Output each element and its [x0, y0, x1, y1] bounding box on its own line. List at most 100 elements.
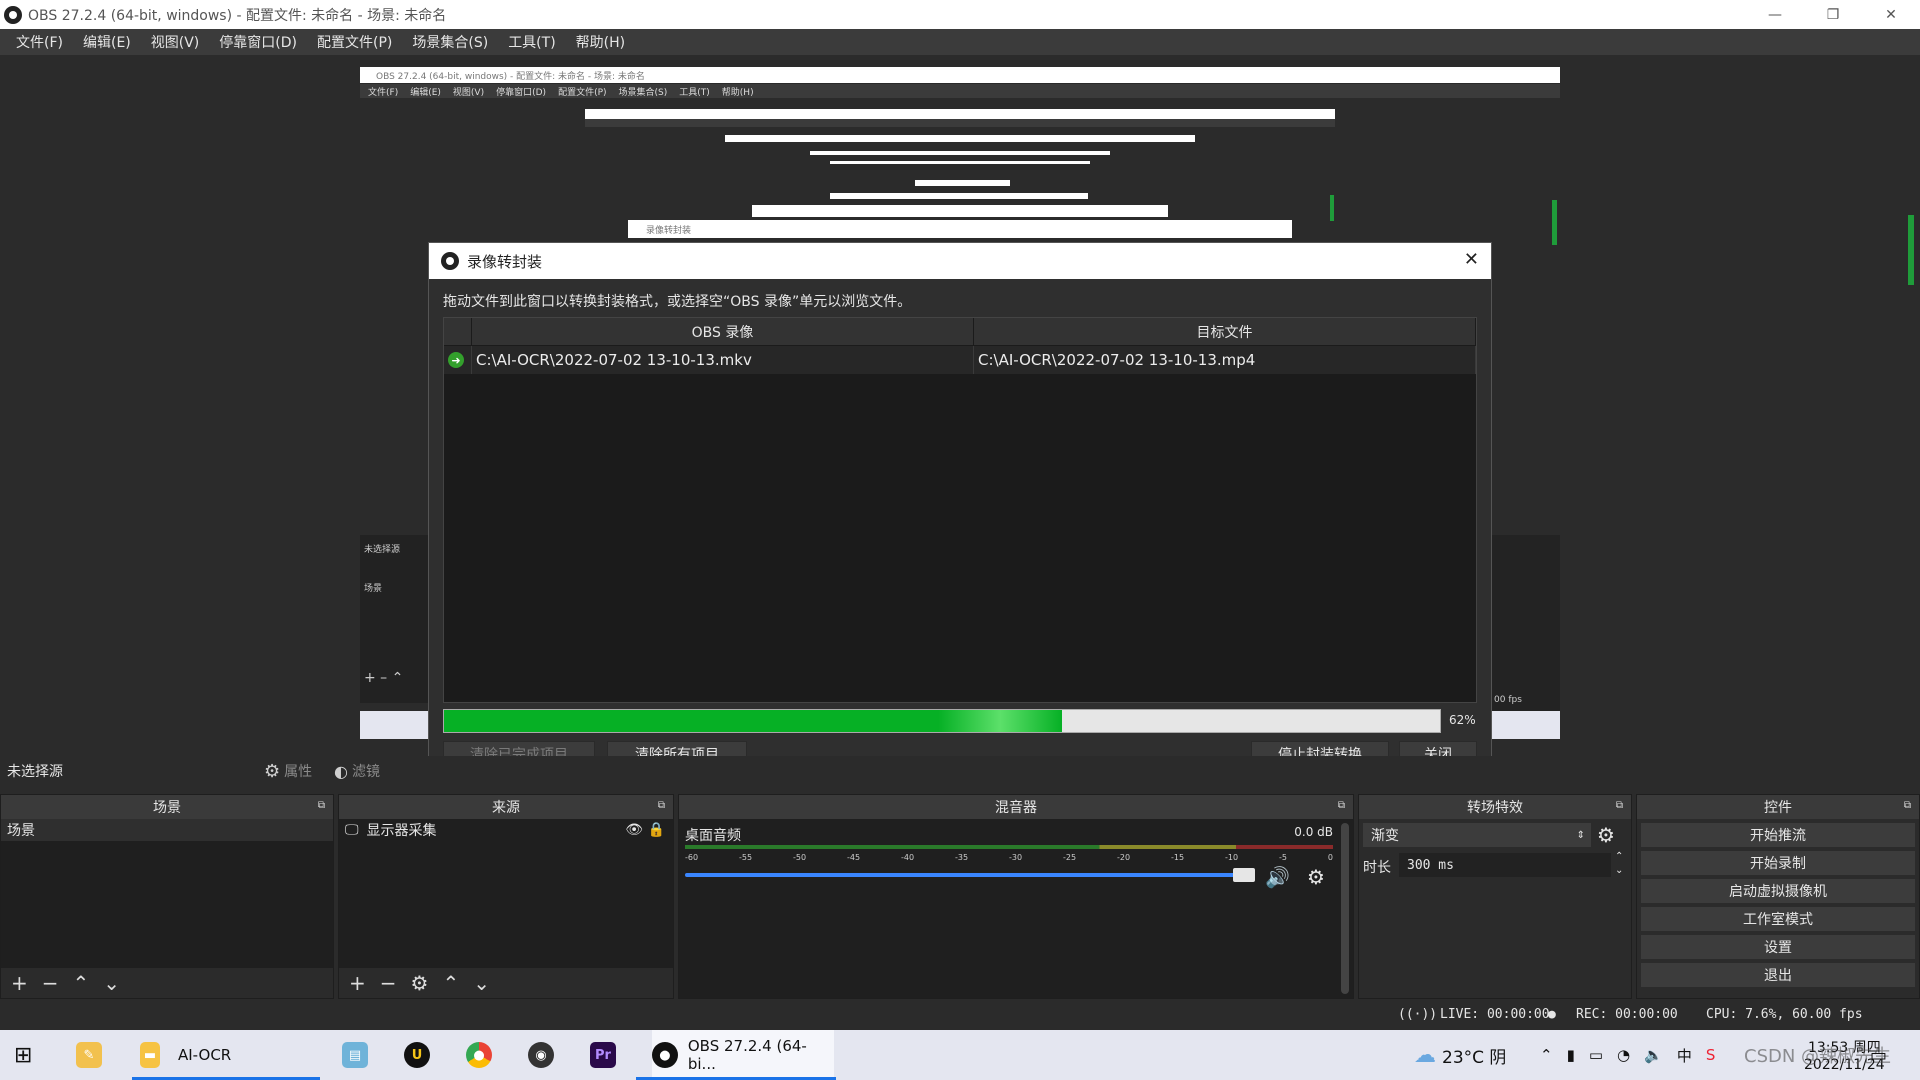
nested-menu-item: 编辑(E)	[410, 87, 441, 98]
meter-tick: -55	[739, 853, 753, 862]
start-button[interactable]: ⊞	[14, 1030, 32, 1080]
add-icon[interactable]: +	[349, 971, 366, 995]
start-streaming-button[interactable]: 开始推流	[1641, 823, 1915, 847]
taskbar-folder-ai-ocr[interactable]: ▬ AI-OCR	[140, 1030, 320, 1080]
remux-table[interactable]: OBS 录像 目标文件 ➜ C:\AI-OCR\2022-07-02 13-10…	[443, 317, 1477, 703]
settings-button[interactable]: 设置	[1641, 935, 1915, 959]
mixer-scrollbar[interactable]	[1341, 823, 1349, 994]
meter-tick: -20	[1117, 853, 1131, 862]
meter-tick: -30	[1009, 853, 1023, 862]
gear-icon[interactable]: ⚙	[411, 971, 429, 995]
gear-icon[interactable]: ⚙	[1597, 823, 1615, 847]
nested-menu-bar: 文件(F) 编辑(E) 视图(V) 停靠窗口(D) 配置文件(P) 场景集合(S…	[360, 84, 1560, 98]
meter-tick: -10	[1225, 853, 1239, 862]
premiere-icon: Pr	[590, 1042, 616, 1068]
start-virtual-camera-button[interactable]: 启动虚拟摄像机	[1641, 879, 1915, 903]
chevron-up-icon[interactable]: ⌃	[1540, 1046, 1553, 1064]
filters-button[interactable]: ◐ 滤镜	[334, 760, 380, 782]
nested-menu-item: 文件(F)	[368, 87, 399, 98]
taskbar-app-chrome[interactable]: ●	[466, 1030, 492, 1080]
eye-icon[interactable]: 👁	[625, 822, 643, 838]
minimize-button[interactable]: —	[1746, 0, 1804, 29]
studio-mode-button[interactable]: 工作室模式	[1641, 907, 1915, 931]
lock-icon[interactable]: 🔒	[648, 822, 665, 838]
menu-profile[interactable]: 配置文件(P)	[307, 32, 402, 52]
properties-button[interactable]: ⚙ 属性	[264, 760, 312, 782]
list-item[interactable]: 场景	[1, 819, 333, 841]
meter-tick: 0	[1327, 853, 1333, 862]
remux-dialog: 录像转封装 ✕ 拖动文件到此窗口以转换封装格式，或选择空“OBS 录像”单元以浏…	[428, 242, 1492, 778]
taskbar-app-premiere[interactable]: Pr	[590, 1030, 616, 1080]
move-down-icon[interactable]: ⌄	[103, 971, 120, 995]
menu-tools[interactable]: 工具(T)	[498, 32, 565, 52]
close-window-button[interactable]: ✕	[1862, 0, 1920, 29]
taskbar-obs[interactable]: ● OBS 27.2.4 (64-bi...	[652, 1030, 834, 1080]
start-recording-button[interactable]: 开始录制	[1641, 851, 1915, 875]
target-path-cell[interactable]: C:\AI-OCR\2022-07-02 13-10-13.mp4	[974, 346, 1476, 374]
remove-icon[interactable]: −	[380, 971, 397, 995]
tray-icons[interactable]: ⌃ ▮ ▭ ◔ 🔈 中 S	[1540, 1030, 1715, 1080]
notes-icon: ▤	[342, 1042, 368, 1068]
scenes-dock: 场景 ⧉ 场景 + − ⌃ ⌄	[0, 794, 334, 999]
column-header-target[interactable]: 目标文件	[974, 318, 1476, 346]
notification-button[interactable]: ▭	[1870, 1030, 1887, 1080]
move-down-icon[interactable]: ⌄	[473, 971, 490, 995]
taskbar-app-paint[interactable]: ✎	[76, 1030, 102, 1080]
meter-tick: -5	[1279, 853, 1287, 862]
column-header-source[interactable]: OBS 录像	[472, 318, 974, 346]
volume-icon[interactable]: 🔈	[1644, 1046, 1663, 1064]
volume-slider-track[interactable]	[685, 873, 1241, 877]
cpu-fps: CPU: 7.6%, 60.00 fps	[1706, 1007, 1863, 1022]
undock-icon[interactable]: ⧉	[658, 800, 665, 811]
menu-docks[interactable]: 停靠窗口(D)	[209, 32, 307, 52]
move-up-icon[interactable]: ⌃	[73, 971, 90, 995]
tablet-icon[interactable]: ▮	[1567, 1046, 1575, 1064]
spin-up-icon[interactable]: ⌃	[1615, 851, 1623, 862]
menu-scene-collection[interactable]: 场景集合(S)	[402, 32, 498, 52]
menu-edit[interactable]: 编辑(E)	[73, 32, 141, 52]
windows-taskbar: ⊞ ✎ ▬ AI-OCR ▤ U ● ◉ Pr ● OBS 27.2.4 (64…	[0, 1030, 1920, 1080]
menu-view[interactable]: 视图(V)	[141, 32, 210, 52]
progress-fill	[444, 710, 1062, 732]
status-bar: ((·)) LIVE: 00:00:00 ● REC: 00:00:00 CPU…	[0, 1002, 1920, 1028]
remove-icon[interactable]: −	[42, 971, 59, 995]
taskbar-app-davinci[interactable]: ◉	[528, 1030, 554, 1080]
scenes-list[interactable]: 场景	[1, 819, 333, 968]
wifi-icon[interactable]: ◔	[1617, 1046, 1630, 1064]
nested-scenes-label: 场景	[364, 584, 383, 594]
gear-icon[interactable]: ⚙	[1307, 865, 1325, 889]
menu-help[interactable]: 帮助(H)	[566, 32, 635, 52]
sogou-icon[interactable]: S	[1706, 1046, 1716, 1064]
davinci-icon: ◉	[528, 1042, 554, 1068]
maximize-button[interactable]: ❐	[1804, 0, 1862, 29]
meter-ticks: -60 -55 -50 -45 -40 -35 -30 -25 -20 -15 …	[685, 853, 1333, 862]
notification-icon: ▭	[1870, 1044, 1888, 1066]
undock-icon[interactable]: ⧉	[1338, 800, 1345, 811]
undock-icon[interactable]: ⧉	[1904, 800, 1911, 811]
sources-list[interactable]: 🖵 显示器采集 👁 🔒	[339, 819, 673, 968]
nested-no-source-label: 未选择源	[364, 545, 401, 555]
source-path-cell[interactable]: C:\AI-OCR\2022-07-02 13-10-13.mkv	[472, 346, 974, 374]
menu-file[interactable]: 文件(F)	[6, 32, 73, 52]
battery-icon[interactable]: ▭	[1589, 1046, 1603, 1064]
exit-button[interactable]: 退出	[1641, 963, 1915, 987]
channel-name: 桌面音频	[685, 828, 741, 844]
nested-dialog-title-text: 录像转封装	[646, 225, 692, 236]
undock-icon[interactable]: ⧉	[1616, 800, 1623, 811]
taskbar-app-ue[interactable]: U	[404, 1030, 430, 1080]
volume-slider-handle[interactable]	[1233, 868, 1255, 882]
add-icon[interactable]: +	[11, 971, 28, 995]
spin-down-icon[interactable]: ⌄	[1615, 865, 1623, 876]
taskbar-app-notes[interactable]: ▤	[342, 1030, 368, 1080]
undock-icon[interactable]: ⧉	[318, 800, 325, 811]
table-row[interactable]: ➜ C:\AI-OCR\2022-07-02 13-10-13.mkv C:\A…	[444, 346, 1476, 374]
weather-widget[interactable]: ☁ 23°C 阴	[1414, 1030, 1506, 1080]
list-item[interactable]: 🖵 显示器采集 👁 🔒	[339, 819, 673, 841]
ime-indicator[interactable]: 中	[1677, 1045, 1692, 1066]
duration-input[interactable]: 300 ms	[1399, 853, 1611, 877]
move-up-icon[interactable]: ⌃	[442, 971, 459, 995]
meter-tick: -50	[793, 853, 807, 862]
dialog-close-icon[interactable]: ✕	[1464, 249, 1479, 270]
transition-select[interactable]: 渐变 ⇕	[1363, 823, 1591, 847]
speaker-icon[interactable]: 🔊	[1265, 865, 1290, 889]
